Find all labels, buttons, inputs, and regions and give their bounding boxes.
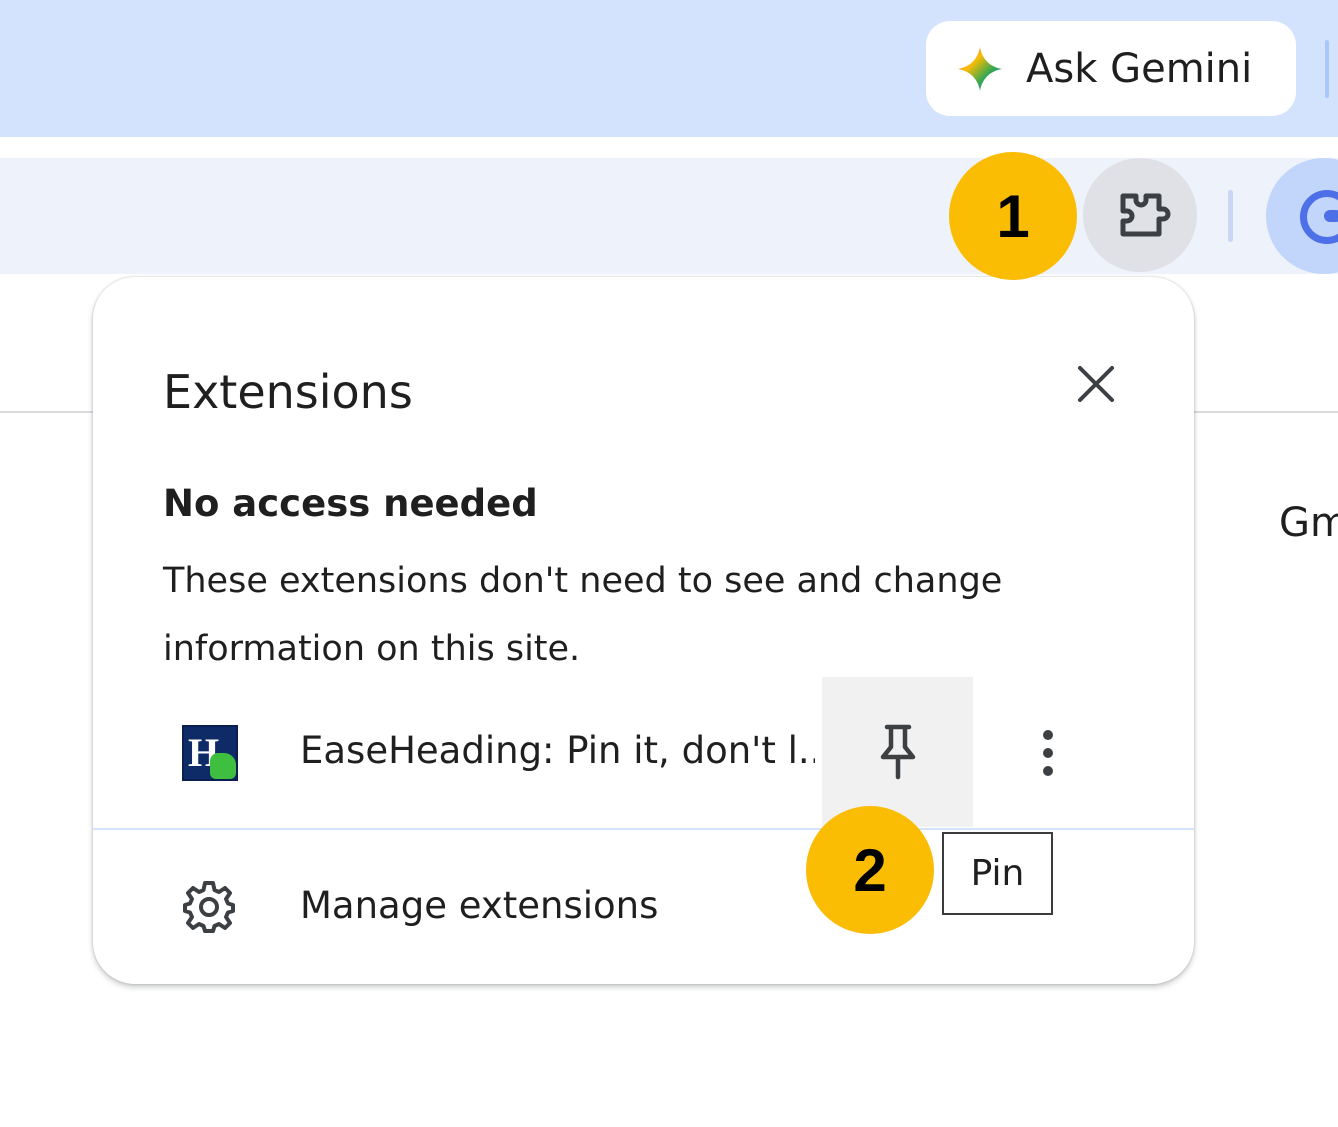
extension-name: EaseHeading: Pin it, don't l...	[300, 729, 815, 772]
pin-extension-button[interactable]	[822, 677, 973, 827]
gear-icon	[183, 881, 235, 933]
extensions-button[interactable]	[1083, 158, 1197, 272]
section-heading: No access needed	[163, 482, 538, 525]
more-vertical-icon	[1043, 730, 1053, 776]
step-badge-2: 2	[806, 806, 934, 934]
puzzle-piece-icon	[1120, 193, 1171, 237]
page-partial-text: Gm	[1279, 500, 1338, 546]
profile-dot-icon	[1324, 210, 1338, 222]
pin-tooltip: Pin	[942, 832, 1053, 915]
pin-icon	[880, 724, 915, 780]
manage-extensions-label: Manage extensions	[300, 884, 659, 927]
extension-more-button[interactable]	[1023, 725, 1073, 781]
manage-extensions-button[interactable]: Manage extensions	[93, 857, 853, 957]
ask-gemini-label: Ask Gemini	[1026, 45, 1253, 92]
close-button[interactable]	[1071, 359, 1121, 409]
popup-divider	[93, 828, 1194, 830]
section-description: These extensions don't need to see and c…	[163, 561, 1003, 669]
toolbar-divider	[1228, 190, 1233, 242]
tab-strip-divider	[1325, 40, 1329, 98]
close-icon	[1078, 366, 1114, 402]
gemini-sparkle-icon	[958, 46, 1002, 91]
extension-row[interactable]: H EaseHeading: Pin it, don't l...	[93, 677, 1194, 827]
step-badge-1: 1	[949, 152, 1077, 280]
popup-title: Extensions	[163, 365, 413, 419]
easeheading-extension-icon: H	[182, 725, 238, 781]
ask-gemini-button[interactable]: Ask Gemini	[926, 21, 1296, 116]
